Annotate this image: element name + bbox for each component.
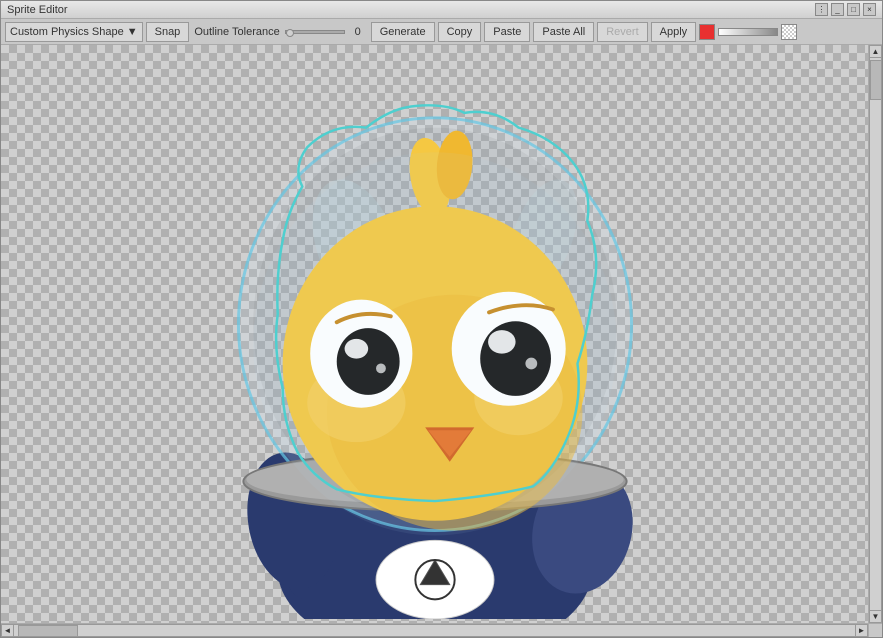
menu-icon[interactable]: ⋮ bbox=[815, 3, 828, 16]
minimize-button[interactable]: _ bbox=[831, 3, 844, 16]
window-controls: ⋮ _ □ × bbox=[815, 3, 876, 16]
revert-label: Revert bbox=[606, 26, 638, 38]
color-swatch[interactable] bbox=[699, 24, 715, 40]
toolbar: Custom Physics Shape ▼ Snap Outline Tole… bbox=[1, 19, 882, 45]
snap-button[interactable]: Snap bbox=[146, 22, 190, 42]
checkerboard-toggle[interactable] bbox=[781, 24, 797, 40]
mode-label: Custom Physics Shape bbox=[10, 26, 124, 38]
scroll-left-arrow[interactable]: ◄ bbox=[1, 624, 14, 637]
mode-arrow: ▼ bbox=[127, 26, 138, 38]
paste-all-label: Paste All bbox=[542, 26, 585, 38]
generate-label: Generate bbox=[380, 26, 426, 38]
outline-tolerance-label: Outline Tolerance bbox=[192, 26, 281, 38]
paste-label: Paste bbox=[493, 26, 521, 38]
main-content: ▲ ▼ bbox=[1, 45, 882, 623]
scrollbar-corner bbox=[868, 623, 882, 637]
paste-button[interactable]: Paste bbox=[484, 22, 530, 42]
copy-label: Copy bbox=[447, 26, 473, 38]
canvas-background[interactable] bbox=[1, 45, 868, 623]
sprite-svg bbox=[60, 49, 810, 619]
title-bar: Sprite Editor ⋮ _ □ × bbox=[1, 1, 882, 19]
vertical-scrollbar[interactable]: ▲ ▼ bbox=[868, 45, 882, 623]
close-button[interactable]: × bbox=[863, 3, 876, 16]
scroll-thumb-h[interactable] bbox=[18, 625, 78, 637]
snap-label: Snap bbox=[155, 26, 181, 38]
scroll-thumb-v[interactable] bbox=[870, 60, 882, 100]
apply-label: Apply bbox=[660, 26, 688, 38]
revert-button[interactable]: Revert bbox=[597, 22, 647, 42]
alpha-slider[interactable] bbox=[718, 28, 778, 36]
scroll-up-arrow[interactable]: ▲ bbox=[869, 45, 882, 58]
scroll-down-arrow[interactable]: ▼ bbox=[869, 610, 882, 623]
sprite-container bbox=[60, 49, 810, 619]
horizontal-scrollbar[interactable]: ◄ ► bbox=[1, 623, 868, 637]
sprite-editor-window: Sprite Editor ⋮ _ □ × Custom Physics Sha… bbox=[0, 0, 883, 638]
apply-button[interactable]: Apply bbox=[651, 22, 697, 42]
copy-button[interactable]: Copy bbox=[438, 22, 482, 42]
canvas-wrapper bbox=[1, 45, 868, 623]
mode-dropdown[interactable]: Custom Physics Shape ▼ bbox=[5, 22, 143, 42]
scrollbar-row: ◄ ► bbox=[1, 623, 882, 637]
scroll-right-arrow[interactable]: ► bbox=[855, 624, 868, 637]
tolerance-value: 0 bbox=[348, 26, 368, 38]
tolerance-slider[interactable] bbox=[285, 30, 345, 34]
paste-all-button[interactable]: Paste All bbox=[533, 22, 594, 42]
maximize-button[interactable]: □ bbox=[847, 3, 860, 16]
generate-button[interactable]: Generate bbox=[371, 22, 435, 42]
window-title: Sprite Editor bbox=[7, 4, 807, 16]
